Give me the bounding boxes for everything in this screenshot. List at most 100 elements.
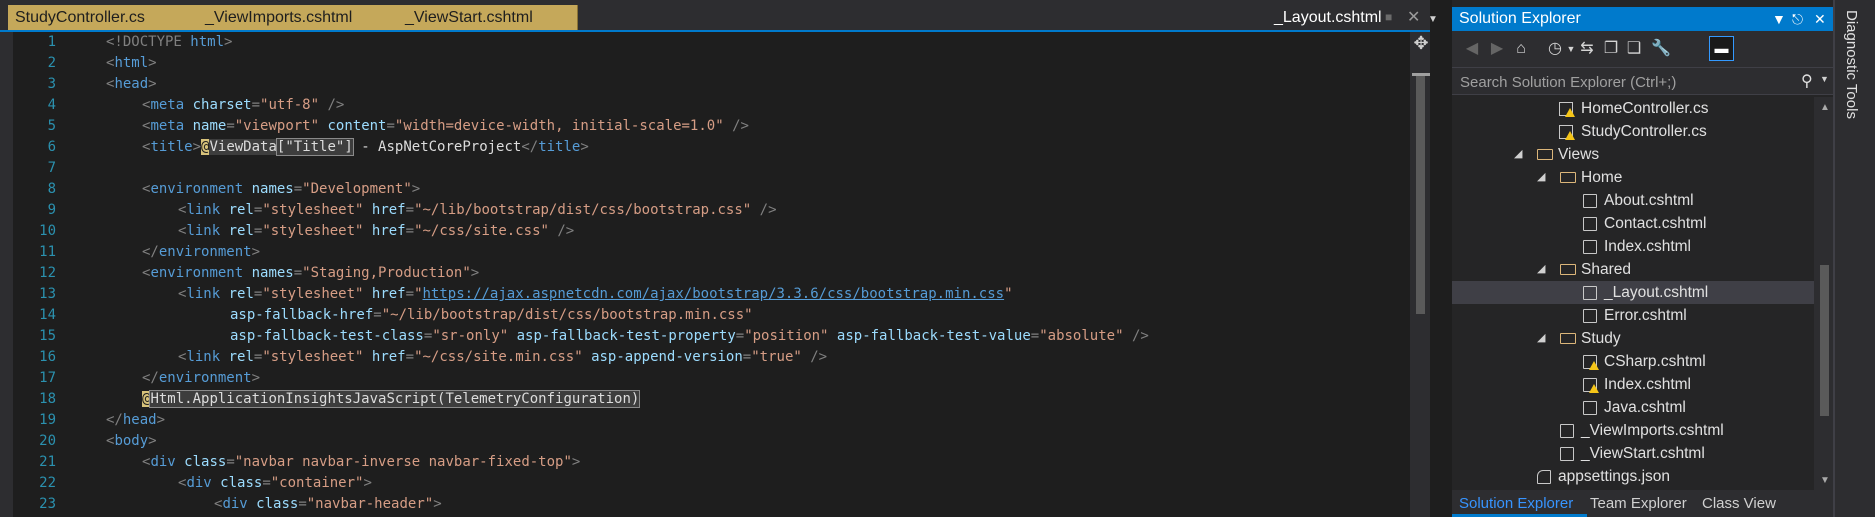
- tree-item-about-cshtml[interactable]: About.cshtml: [1452, 189, 1814, 212]
- properties-wrench-icon[interactable]: 🔧: [1651, 39, 1671, 59]
- code-line: </environment>: [142, 244, 261, 260]
- split-window-icon[interactable]: ✥: [1412, 32, 1430, 54]
- diagnostic-tools-side-tab[interactable]: Diagnostic Tools: [1835, 0, 1875, 517]
- expanded-arrow-icon[interactable]: ◢: [1537, 166, 1545, 189]
- line-number: 4: [47, 97, 56, 113]
- pin-icon[interactable]: ■: [1385, 5, 1392, 30]
- code-line: <link rel="stylesheet" href="~/css/site.…: [178, 349, 828, 365]
- indicator-margin: [0, 32, 13, 517]
- forward-icon[interactable]: ▶: [1487, 39, 1507, 59]
- warning-icon: [1565, 108, 1575, 117]
- tree-item-home-index-cshtml[interactable]: Index.cshtml: [1452, 235, 1814, 258]
- tree-item-appsettings-json[interactable]: appsettings.json: [1452, 465, 1814, 488]
- tree-item-home-folder[interactable]: ◢ Home: [1452, 166, 1814, 189]
- tool-window-tabs: Solution Explorer Team Explorer Class Vi…: [1452, 490, 1835, 517]
- line-number: 6: [47, 139, 56, 155]
- tab-overflow-dropdown-icon[interactable]: ▼: [1428, 14, 1438, 25]
- expanded-arrow-icon[interactable]: ◢: [1514, 143, 1522, 166]
- search-options-dropdown-icon[interactable]: ▼: [1820, 74, 1829, 84]
- tree-item-home-controller[interactable]: HomeController.cs: [1452, 97, 1814, 120]
- line-number: 9: [47, 202, 56, 218]
- tab-study-controller[interactable]: StudyController.cs: [8, 5, 202, 30]
- line-number: 11: [39, 244, 56, 260]
- razor-file-icon: [1583, 401, 1597, 415]
- scroll-up-icon[interactable]: ▲: [1820, 102, 1830, 113]
- code-text-area[interactable]: <!DOCTYPE html> <html> <head> <meta char…: [100, 32, 1410, 517]
- auto-hide-pin-icon[interactable]: ⎋: [1792, 7, 1803, 31]
- expanded-arrow-icon[interactable]: ◢: [1537, 327, 1545, 350]
- tab-layout-active[interactable]: _Layout.cshtml ■ ✕: [1265, 5, 1430, 30]
- bootstrap-cdn-link[interactable]: https://ajax.aspnetcdn.com/ajax/bootstra…: [423, 286, 1005, 302]
- tree-item-view-imports-cshtml[interactable]: _ViewImports.cshtml: [1452, 419, 1814, 442]
- home-icon[interactable]: ⌂: [1511, 39, 1531, 59]
- folder-icon: [1560, 264, 1576, 275]
- tab-view-imports[interactable]: _ViewImports.cshtml: [198, 5, 399, 30]
- preview-selected-items-icon[interactable]: ▬: [1709, 36, 1734, 61]
- tree-item-java-cshtml[interactable]: Java.cshtml: [1452, 396, 1814, 419]
- line-number: 23: [39, 496, 56, 512]
- scroll-down-icon[interactable]: ▼: [1820, 475, 1830, 486]
- tree-item-study-controller[interactable]: StudyController.cs: [1452, 120, 1814, 143]
- solution-explorer-search: ⚲ ▼: [1452, 67, 1835, 95]
- line-number: 7: [47, 160, 56, 176]
- code-line: @Html.ApplicationInsightsJavaScript(Tele…: [142, 390, 641, 408]
- sync-with-active-document-icon[interactable]: ⇆: [1577, 39, 1597, 59]
- razor-file-icon: [1583, 194, 1597, 208]
- tab-solution-explorer[interactable]: Solution Explorer: [1459, 493, 1573, 514]
- code-editor[interactable]: StudyController.cs _ViewImports.cshtml _…: [0, 0, 1438, 517]
- razor-file-icon: [1583, 240, 1597, 254]
- code-line: <environment names="Development">: [142, 181, 421, 197]
- code-line: <environment names="Staging,Production">: [142, 265, 480, 281]
- search-input[interactable]: [1458, 70, 1782, 94]
- tree-item-shared-folder[interactable]: ◢ Shared: [1452, 258, 1814, 281]
- warning-icon: [1565, 131, 1575, 140]
- tab-team-explorer[interactable]: Team Explorer: [1590, 493, 1687, 514]
- razor-file-icon: [1583, 309, 1597, 323]
- tree-item-contact-cshtml[interactable]: Contact.cshtml: [1452, 212, 1814, 235]
- line-number: 15: [39, 328, 56, 344]
- tree-item-csharp-cshtml[interactable]: CSharp.cshtml: [1452, 350, 1814, 373]
- line-number: 10: [39, 223, 56, 239]
- tab-class-view[interactable]: Class View: [1702, 493, 1776, 514]
- line-number: 22: [39, 475, 56, 491]
- line-number: 20: [39, 433, 56, 449]
- document-tab-bar: StudyController.cs _ViewImports.cshtml _…: [0, 0, 1430, 32]
- code-line: <title>@ViewData["Title"] - AspNetCorePr…: [142, 138, 589, 156]
- code-line: <link rel="stylesheet" href="~/css/site.…: [178, 223, 575, 239]
- window-position-icon[interactable]: ▼: [1772, 7, 1786, 31]
- close-panel-icon[interactable]: ✕: [1814, 7, 1826, 31]
- code-line: <!DOCTYPE html>: [106, 34, 233, 50]
- razor-file-icon: [1560, 447, 1574, 461]
- code-line: asp-fallback-href="~/lib/bootstrap/dist/…: [230, 307, 753, 323]
- code-line: <meta charset="utf-8" />: [142, 97, 345, 113]
- tree-item-views-folder[interactable]: ◢ Views: [1452, 143, 1814, 166]
- diagnostic-tools-label: Diagnostic Tools: [1843, 10, 1860, 119]
- close-icon[interactable]: ✕: [1407, 5, 1420, 30]
- folder-icon: [1537, 149, 1553, 160]
- expanded-arrow-icon[interactable]: ◢: [1537, 258, 1545, 281]
- show-all-files-icon[interactable]: ❑: [1624, 39, 1644, 59]
- line-number: 17: [39, 370, 56, 386]
- back-icon[interactable]: ◀: [1462, 39, 1482, 59]
- code-line: asp-fallback-test-class="sr-only" asp-fa…: [230, 328, 1149, 344]
- line-number: 21: [39, 454, 56, 470]
- tree-item-layout-cshtml[interactable]: _Layout.cshtml: [1452, 281, 1814, 304]
- search-icon[interactable]: ⚲: [1801, 71, 1813, 91]
- tab-layout-label: _Layout.cshtml: [1274, 9, 1382, 26]
- editor-scroll-thumb[interactable]: [1416, 76, 1425, 314]
- code-line: <body>: [106, 433, 157, 449]
- solution-explorer-scroll-thumb[interactable]: [1820, 265, 1829, 416]
- tree-item-error-cshtml[interactable]: Error.cshtml: [1452, 304, 1814, 327]
- code-line: <meta name="viewport" content="width=dev…: [142, 118, 749, 134]
- line-number: 1: [47, 34, 56, 50]
- tree-item-view-start-cshtml[interactable]: _ViewStart.cshtml: [1452, 442, 1814, 465]
- collapse-all-icon[interactable]: ❐: [1601, 39, 1621, 59]
- solution-explorer-title-bar: Solution Explorer ▼ ⎋ ✕: [1452, 7, 1835, 31]
- razor-file-icon: [1583, 217, 1597, 231]
- tab-view-start[interactable]: _ViewStart.cshtml: [398, 5, 578, 30]
- line-number: 3: [47, 76, 56, 92]
- tree-item-study-index-cshtml[interactable]: Index.cshtml: [1452, 373, 1814, 396]
- line-number: 8: [47, 181, 56, 197]
- solution-explorer-toolbar: ◀ ▶ ⌂ ◷ ▼ ⇆ ❐ ❑ 🔧 ▬: [1452, 31, 1835, 67]
- tree-item-study-folder[interactable]: ◢ Study: [1452, 327, 1814, 350]
